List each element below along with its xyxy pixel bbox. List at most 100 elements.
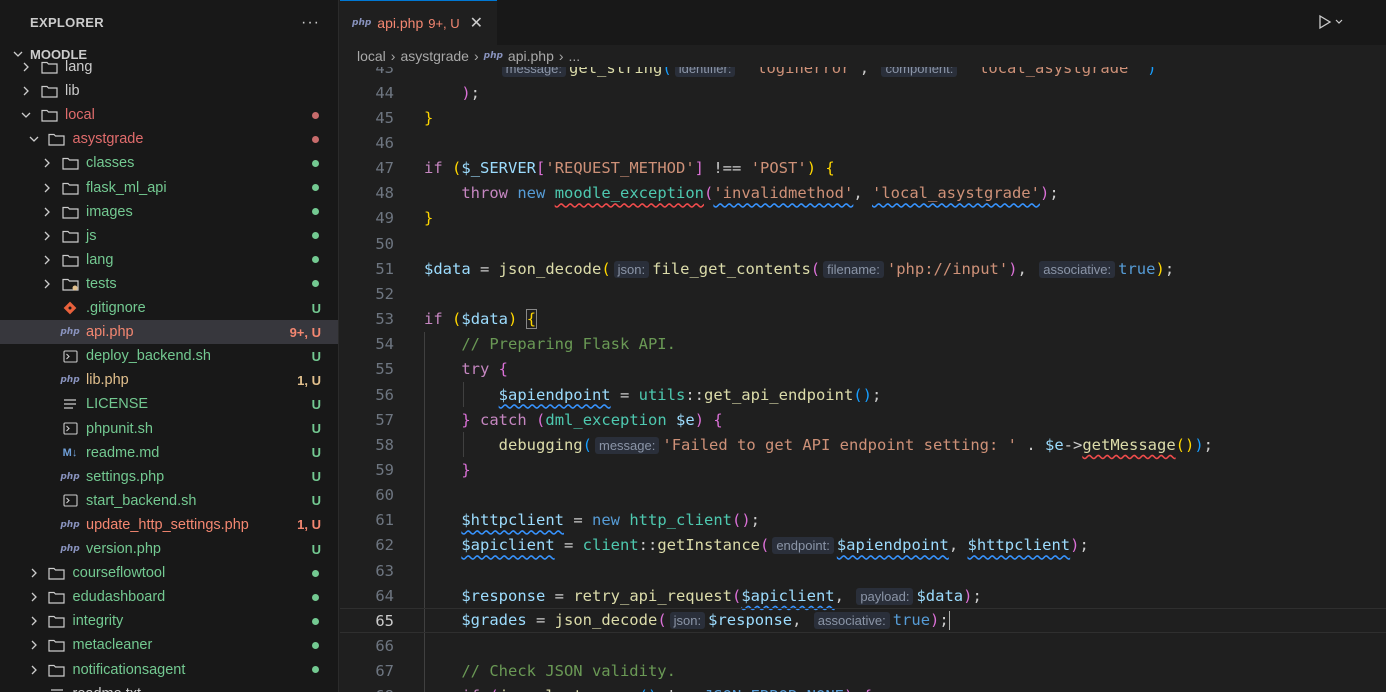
code-text: try { <box>461 360 509 379</box>
tree-item-js[interactable]: js <box>0 224 338 248</box>
code-line[interactable]: 64 $response = retry_api_request($apicli… <box>340 583 1386 609</box>
tree-item-readme-txt[interactable]: readme.txt <box>0 682 339 692</box>
code-line[interactable]: 48 throw new moodle_exception('invalidme… <box>340 181 1386 206</box>
chevron-right-icon[interactable] <box>20 61 34 73</box>
status-dot <box>312 256 319 264</box>
breadcrumb-item[interactable]: ... <box>569 48 581 64</box>
code-line[interactable]: 68 if (json_last_error() !== JSON_ERROR_… <box>340 683 1386 692</box>
code-line[interactable]: 52 <box>340 281 1386 306</box>
code-line[interactable]: 44 ); <box>340 80 1386 105</box>
chevron-right-icon[interactable] <box>28 664 42 676</box>
tab-filename: api.php <box>377 15 424 31</box>
code-line[interactable]: 51 $data = json_decode(json: file_get_cont… <box>340 256 1386 281</box>
status-dot <box>312 184 319 191</box>
code-line[interactable]: 47 if ($_SERVER['REQUEST_METHOD'] !== 'PO… <box>340 156 1386 181</box>
tree-item-label: api.php <box>86 324 134 341</box>
tree-item-update-http-settings-php[interactable]: php update_http_settings.php 1, U <box>0 513 338 537</box>
tree-item-lib-php[interactable]: php lib.php 1, U <box>0 368 338 392</box>
tree-item-label: tests <box>86 275 117 292</box>
chevron-right-icon[interactable] <box>28 591 42 603</box>
tab-api-php[interactable]: php api.php 9+, U ✕ <box>340 0 498 45</box>
folder-icon <box>48 131 66 147</box>
code-editor[interactable]: 43 message: get_string(identifier: 'login… <box>340 67 1386 692</box>
code-line[interactable]: 65 $grades = json_decode(json: $response,… <box>340 608 1386 634</box>
code-line[interactable]: 60 <box>340 482 1386 508</box>
chevron-right-icon[interactable] <box>41 254 55 266</box>
chevron-right-icon[interactable] <box>28 615 42 627</box>
tree-item-api-php[interactable]: php api.php 9+, U <box>0 320 338 345</box>
chevron-right-icon[interactable] <box>28 639 42 651</box>
chevron-right-icon[interactable] <box>41 182 55 194</box>
code-line[interactable]: 50 <box>340 231 1386 256</box>
tree-item-edudashboard[interactable]: edudashboard <box>0 585 338 609</box>
tree-item-courseflowtool[interactable]: courseflowtool <box>0 561 338 585</box>
tree-item-lib[interactable]: lib <box>0 79 338 103</box>
chevron-right-icon[interactable] <box>41 230 55 242</box>
tree-item--gitignore[interactable]: .gitignore U <box>0 296 338 320</box>
tree-item-readme-md[interactable]: M↓ readme.md U <box>0 441 338 465</box>
chevron-right-icon: › <box>390 48 396 64</box>
tree-item-flask-ml-api[interactable]: flask_ml_api <box>0 176 338 200</box>
line-number: 65 <box>375 611 394 630</box>
tree-item-integrity[interactable]: integrity <box>0 609 338 633</box>
tree-item-tests[interactable]: tests <box>0 272 338 296</box>
tree-item-images[interactable]: images <box>0 200 338 224</box>
chevron-down-icon[interactable] <box>20 109 34 121</box>
tree-item-lang[interactable]: lang <box>0 248 338 272</box>
tree-item-settings-php[interactable]: php settings.php U <box>0 465 338 489</box>
chevron-right-icon[interactable] <box>41 206 55 218</box>
code-line[interactable]: 43 message: get_string(identifier: 'login… <box>340 67 1386 80</box>
code-line[interactable]: 53 if ($data) { <box>340 307 1386 332</box>
tree-item-label: readme.txt <box>73 686 339 692</box>
status-dot <box>312 111 319 119</box>
tree-item-deploy-backend-sh[interactable]: deploy_backend.sh U <box>0 344 338 368</box>
code-text: } <box>424 108 434 127</box>
tree-item-start-backend-sh[interactable]: start_backend.sh U <box>0 489 338 513</box>
line-number: 43 <box>375 67 394 77</box>
code-text: throw new moodle_exception('invalidmetho… <box>461 184 1059 203</box>
breadcrumb-item[interactable]: asystgrade <box>400 48 468 64</box>
tree-item-asystgrade[interactable]: asystgrade <box>0 127 338 151</box>
markdown-icon: M↓ <box>62 446 78 459</box>
tree-item-classes[interactable]: classes <box>0 151 338 175</box>
chevron-right-icon[interactable] <box>28 567 42 579</box>
tree-item-version-php[interactable]: php version.php U <box>0 537 338 561</box>
breadcrumb-item[interactable]: local <box>357 48 386 64</box>
chevron-down-icon[interactable] <box>28 133 42 145</box>
line-number: 62 <box>375 536 394 555</box>
tree-item-metacleaner[interactable]: metacleaner <box>0 633 338 657</box>
code-line[interactable]: 54 // Preparing Flask API. <box>340 331 1386 357</box>
play-icon <box>1319 14 1343 30</box>
code-line[interactable]: 67 // Check JSON validity. <box>340 658 1386 684</box>
tree-item-lang[interactable]: lang <box>0 55 338 79</box>
tree-item-label: lib <box>65 83 80 100</box>
tree-item-label: courseflowtool <box>72 565 166 582</box>
chevron-right-icon[interactable] <box>41 157 55 169</box>
code-line[interactable]: 55 try { <box>340 356 1386 382</box>
chevron-right-icon[interactable] <box>41 278 55 290</box>
breadcrumb-item[interactable]: api.php <box>508 48 554 64</box>
line-number: 67 <box>375 662 394 681</box>
code-line[interactable]: 45} <box>340 105 1386 130</box>
close-tab-icon[interactable]: ✕ <box>470 13 483 33</box>
tree-item-notificationsagent[interactable]: notificationsagent <box>0 658 338 682</box>
code-line[interactable]: 56 $apiendpoint = utils::get_api_endpoin… <box>340 381 1386 408</box>
folder-icon <box>40 59 58 75</box>
tree-item-phpunit-sh[interactable]: phpunit.sh U <box>0 417 338 441</box>
tree-item-license[interactable]: LICENSE U <box>0 392 338 416</box>
chevron-right-icon[interactable] <box>20 85 34 97</box>
run-button[interactable] <box>1318 14 1358 33</box>
code-line[interactable]: 61 $httpclient = new http_client(); <box>340 507 1386 533</box>
code-line[interactable]: 59 } <box>340 457 1386 483</box>
more-actions-icon[interactable]: ··· <box>301 14 320 32</box>
code-line[interactable]: 63 <box>340 558 1386 584</box>
folder-icon <box>61 252 79 268</box>
code-text: if ($_SERVER['REQUEST_METHOD'] !== 'POST… <box>424 159 835 178</box>
code-line[interactable]: 57 } catch (dml_exception $e) { <box>340 407 1386 433</box>
code-line[interactable]: 66 <box>340 633 1386 659</box>
code-line[interactable]: 62 $apiclient = client::getInstance(endp… <box>340 532 1386 559</box>
code-line[interactable]: 49} <box>340 206 1386 231</box>
tree-item-local[interactable]: local <box>0 103 338 127</box>
code-line[interactable]: 58 debugging(message: 'Failed to get API … <box>340 432 1386 458</box>
code-line[interactable]: 46 <box>340 130 1386 155</box>
